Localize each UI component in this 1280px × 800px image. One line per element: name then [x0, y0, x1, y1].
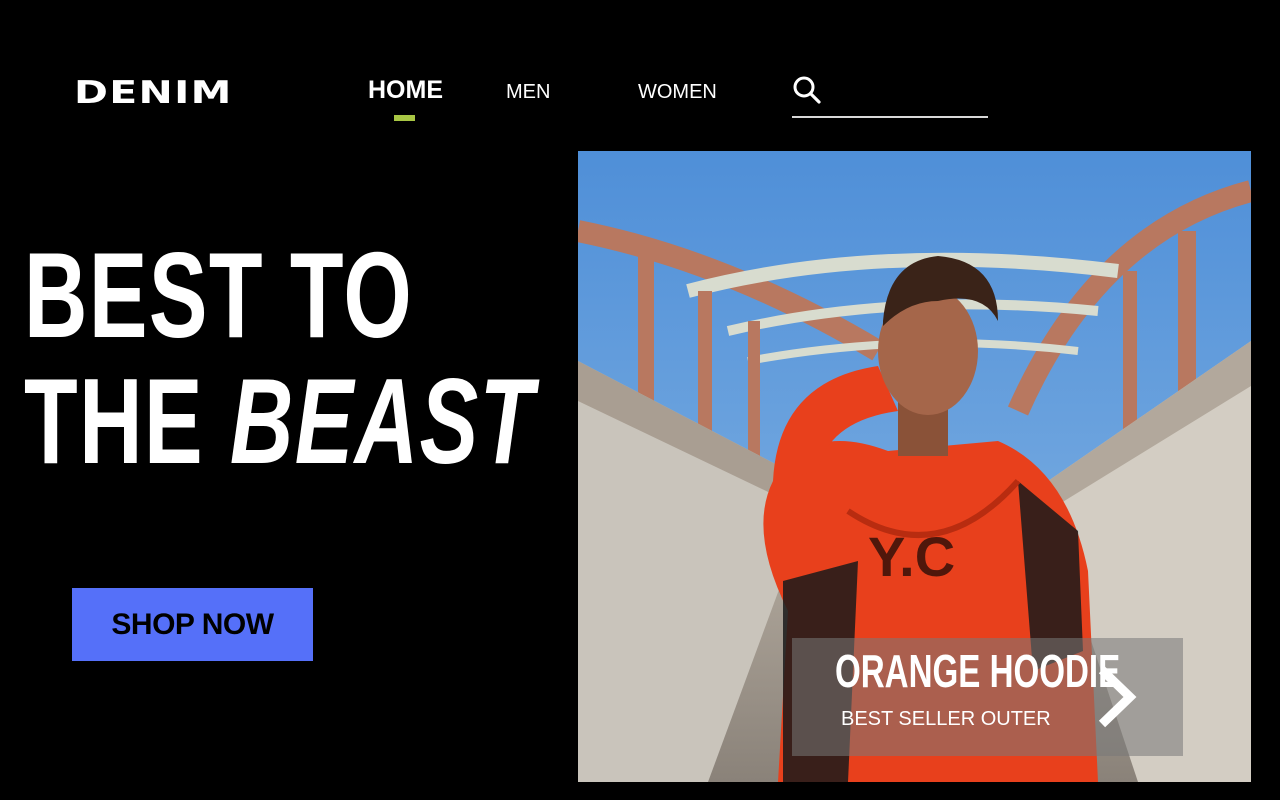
- search-input[interactable]: [792, 72, 988, 118]
- brand-logo[interactable]: DENIM: [74, 77, 233, 109]
- headline-line-2: THE BEAST: [24, 358, 535, 484]
- chevron-right-icon[interactable]: [1092, 662, 1142, 732]
- product-card-subtitle: BEST SELLER OUTER: [841, 708, 1051, 730]
- headline-word-the: THE: [24, 353, 204, 489]
- product-card-title: ORANGE HOODIE: [835, 645, 1121, 697]
- hero-headline: BEST TO THE BEAST: [24, 232, 535, 484]
- search-icon[interactable]: [792, 75, 822, 105]
- headline-word-beast: BEAST: [229, 353, 535, 489]
- nav-item-men[interactable]: MEN: [506, 81, 550, 121]
- shop-now-button[interactable]: SHOP NOW: [72, 588, 313, 661]
- nav-item-women[interactable]: WOMEN: [638, 81, 717, 121]
- svg-text:Y.C: Y.C: [868, 525, 955, 588]
- nav-active-indicator: [394, 115, 415, 121]
- nav-item-home[interactable]: HOME: [368, 76, 443, 116]
- headline-line-1: BEST TO: [24, 227, 414, 363]
